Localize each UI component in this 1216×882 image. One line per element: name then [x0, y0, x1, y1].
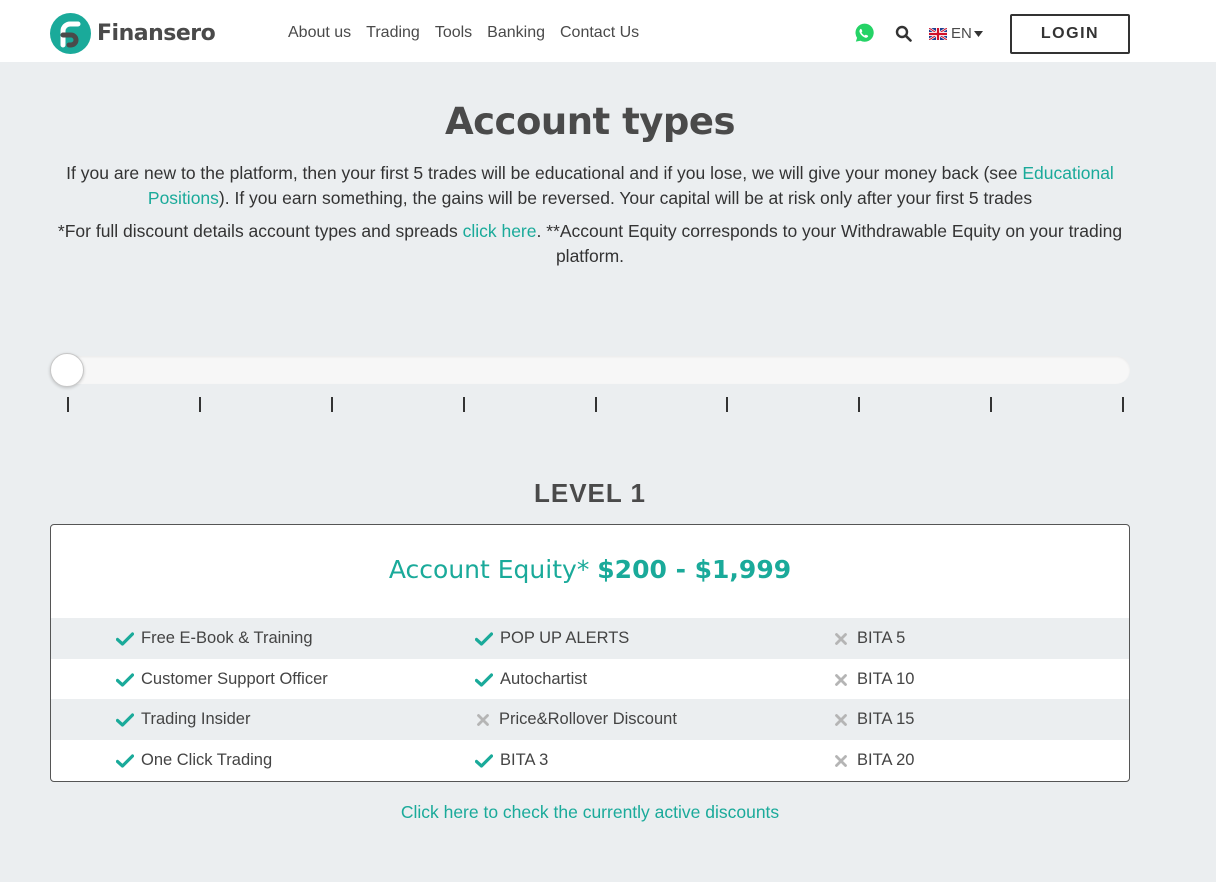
feature-item: BITA 15	[833, 699, 914, 740]
feature-label: Price&Rollover Discount	[499, 710, 677, 728]
cross-icon	[835, 713, 847, 726]
feature-item: POP UP ALERTS	[475, 618, 629, 659]
nav-trading[interactable]: Trading	[366, 24, 420, 42]
feature-label: BITA 3	[500, 751, 549, 769]
intro-text: If you are new to the platform, then you…	[66, 163, 1023, 183]
feature-item: One Click Trading	[116, 740, 272, 781]
check-icon	[116, 631, 134, 646]
intro-paragraph: If you are new to the platform, then you…	[50, 161, 1130, 211]
slider-tick	[67, 397, 69, 412]
level-card: Account Equity* $200 - $1,999 Free E-Boo…	[50, 524, 1130, 782]
cross-icon	[835, 754, 847, 767]
top-header: Finansero About us Trading Tools Banking…	[0, 0, 1216, 62]
active-discounts-link[interactable]: Click here to check the currently active…	[0, 802, 1180, 823]
equity-range: $200 - $1,999	[597, 555, 792, 584]
level-slider-track[interactable]	[50, 356, 1130, 384]
feature-row: Free E-Book & Training POP UP ALERTS BITA …	[51, 618, 1129, 659]
nav-banking[interactable]: Banking	[487, 24, 545, 42]
slider-tick	[463, 397, 465, 412]
feature-label: BITA 15	[857, 710, 915, 728]
feature-row: Trading Insider Price&Rollover Discount BI…	[51, 699, 1129, 740]
cross-icon	[477, 713, 489, 726]
slider-tick	[1122, 397, 1124, 412]
brand-name: Finansero	[97, 21, 216, 46]
uk-flag-icon	[929, 27, 947, 40]
feature-item: BITA 20	[833, 740, 914, 781]
feature-row: Customer Support Officer Autochartist BITA…	[51, 659, 1129, 700]
slider-tick	[199, 397, 201, 412]
nav-contact-us[interactable]: Contact Us	[560, 24, 639, 42]
slider-tick	[726, 397, 728, 412]
feature-item: Customer Support Officer	[116, 659, 328, 700]
level-slider-handle[interactable]	[50, 353, 84, 387]
nav-about-us[interactable]: About us	[288, 24, 351, 42]
check-icon	[475, 753, 493, 768]
main-nav: About us Trading Tools Banking Contact U…	[288, 24, 654, 42]
feature-label: Autochartist	[500, 670, 588, 688]
login-button[interactable]: LOGIN	[1010, 14, 1130, 54]
brand-logo[interactable]: Finansero	[50, 13, 216, 54]
feature-item: Free E-Book & Training	[116, 618, 313, 659]
feature-item: Autochartist	[475, 659, 587, 700]
slider-tick	[595, 397, 597, 412]
whatsapp-icon[interactable]	[852, 22, 875, 45]
feature-label: Free E-Book & Training	[141, 629, 313, 647]
feature-item: Trading Insider	[116, 699, 250, 740]
search-icon[interactable]	[895, 25, 912, 42]
feature-label: Customer Support Officer	[141, 670, 328, 688]
slider-tick	[990, 397, 992, 412]
feature-label: Trading Insider	[141, 710, 251, 728]
check-icon	[475, 672, 493, 687]
check-icon	[475, 631, 493, 646]
feature-row: One Click Trading BITA 3 BITA 20	[51, 740, 1129, 781]
discount-note: *For full discount details account types…	[50, 219, 1130, 269]
feature-label: BITA 10	[857, 670, 915, 688]
check-icon	[116, 672, 134, 687]
feature-item: BITA 5	[833, 618, 905, 659]
feature-label: One Click Trading	[141, 751, 273, 769]
equity-label: Account Equity*	[388, 555, 590, 584]
chevron-down-icon	[973, 30, 983, 37]
intro-text: ). If you earn something, the gains will…	[218, 188, 1033, 208]
feature-label: BITA 20	[857, 751, 915, 769]
check-icon	[116, 753, 134, 768]
check-icon	[116, 712, 134, 727]
nav-tools[interactable]: Tools	[435, 24, 472, 42]
slider-tick	[858, 397, 860, 412]
language-selector[interactable]: EN	[929, 25, 983, 42]
finansero-logo-icon	[50, 13, 91, 54]
cross-icon	[835, 673, 847, 686]
cross-icon	[835, 632, 847, 645]
feature-label: POP UP ALERTS	[500, 629, 630, 647]
feature-item: BITA 10	[833, 659, 914, 700]
note-text: . **Account Equity corresponds to your W…	[536, 221, 1123, 266]
click-here-link[interactable]: click here	[463, 221, 537, 241]
language-label: EN	[951, 25, 972, 42]
note-text: *For full discount details account types…	[57, 221, 463, 241]
account-equity: Account Equity* $200 - $1,999	[51, 555, 1129, 584]
level-title: LEVEL 1	[533, 478, 646, 508]
feature-item: BITA 3	[475, 740, 548, 781]
feature-label: BITA 5	[857, 629, 906, 647]
feature-item: Price&Rollover Discount	[475, 699, 677, 740]
slider-tick	[331, 397, 333, 412]
page-title: Account types	[444, 100, 736, 143]
